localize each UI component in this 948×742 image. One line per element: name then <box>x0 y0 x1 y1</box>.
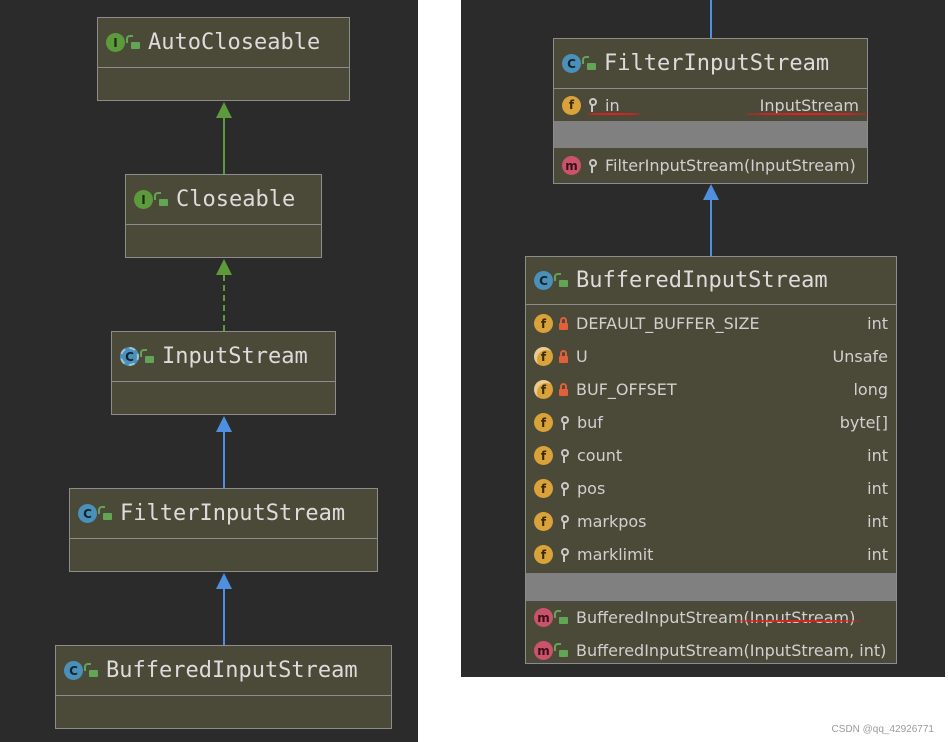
class-icon: C <box>78 504 97 523</box>
class-icon: C <box>562 54 581 73</box>
field-type: int <box>867 446 888 465</box>
field-type: int <box>867 314 888 333</box>
interface-icon: I <box>106 33 125 52</box>
field-name: markpos <box>577 512 647 531</box>
method-icon: m <box>562 156 581 175</box>
arrowhead-closeable <box>216 259 232 275</box>
field-name: pos <box>577 479 606 498</box>
left-hierarchy-panel: I AutoCloseable I Closeable C InputStrea… <box>0 0 418 742</box>
static-field-icon: f <box>534 380 553 399</box>
field-icon: f <box>534 413 553 432</box>
arrowhead-filter <box>216 573 232 589</box>
arrowhead-filter-detail <box>703 184 719 200</box>
field-icon: f <box>534 314 553 333</box>
field-row[interactable]: f marklimit int <box>526 538 896 571</box>
field-row[interactable]: f buf byte[] <box>526 406 896 439</box>
field-row[interactable]: f U Unsafe <box>526 340 896 373</box>
method-icon: m <box>534 608 553 627</box>
node-filterinputstream[interactable]: C FilterInputStream <box>69 488 378 572</box>
public-icon <box>554 273 568 287</box>
protected-icon <box>587 158 597 173</box>
node-title: Closeable <box>176 187 296 212</box>
node-title: BufferedInputStream <box>106 658 358 683</box>
public-icon <box>554 643 568 657</box>
method-name: BufferedInputStream(InputStream, int) <box>576 641 887 660</box>
field-type: byte[] <box>839 413 888 432</box>
field-row[interactable]: f pos int <box>526 472 896 505</box>
class-icon: C <box>534 271 553 290</box>
public-icon <box>554 610 568 624</box>
class-filterinputstream[interactable]: C FilterInputStream f in InputStream m F… <box>553 38 868 184</box>
field-name: DEFAULT_BUFFER_SIZE <box>576 314 760 333</box>
method-name: FilterInputStream(InputStream) <box>605 156 856 175</box>
field-icon: f <box>534 446 553 465</box>
watermark: CSDN @qq_42926771 <box>831 724 934 735</box>
class-title: BufferedInputStream <box>576 268 828 293</box>
public-icon <box>98 506 112 520</box>
public-icon <box>126 35 140 49</box>
field-row[interactable]: f count int <box>526 439 896 472</box>
public-icon <box>582 56 596 70</box>
public-icon <box>84 663 98 677</box>
field-icon: f <box>534 479 553 498</box>
protected-icon <box>559 415 569 430</box>
method-icon: m <box>534 641 553 660</box>
section-separator <box>526 573 896 601</box>
node-inputstream[interactable]: C InputStream <box>111 331 336 415</box>
method-name: BufferedInputStream(InputStream) <box>576 608 856 627</box>
private-icon <box>559 383 568 396</box>
field-type: long <box>853 380 888 399</box>
class-icon: C <box>64 661 83 680</box>
field-row[interactable]: f in InputStream <box>554 89 867 121</box>
public-icon <box>154 192 168 206</box>
field-name: in <box>605 95 620 115</box>
node-bufferedinputstream[interactable]: C BufferedInputStream <box>55 645 392 729</box>
underline-field-type <box>745 113 869 115</box>
arrowhead-inputstream <box>216 416 232 432</box>
field-name: count <box>577 446 623 465</box>
method-row[interactable]: m FilterInputStream(InputStream) <box>554 148 867 183</box>
field-row[interactable]: f markpos int <box>526 505 896 538</box>
method-row[interactable]: m BufferedInputStream(InputStream) <box>526 601 896 634</box>
field-type: InputStream <box>759 95 859 115</box>
static-field-icon: f <box>534 347 553 366</box>
protected-icon <box>559 448 569 463</box>
protected-icon <box>559 514 569 529</box>
field-type: int <box>867 512 888 531</box>
node-title: AutoCloseable <box>148 30 321 55</box>
private-icon <box>559 317 568 330</box>
underline-constructor-param <box>733 620 861 622</box>
field-name: marklimit <box>577 545 654 564</box>
abstract-class-icon: C <box>120 347 139 366</box>
field-name: buf <box>577 413 603 432</box>
protected-icon <box>559 547 569 562</box>
field-type: int <box>867 479 888 498</box>
node-title: FilterInputStream <box>120 501 346 526</box>
field-row[interactable]: f BUF_OFFSET long <box>526 373 896 406</box>
field-icon: f <box>562 95 581 115</box>
underline-field-in <box>587 113 641 115</box>
section-separator <box>554 121 867 148</box>
protected-icon <box>559 481 569 496</box>
right-detail-panel: C FilterInputStream f in InputStream m F… <box>461 0 945 677</box>
interface-icon: I <box>134 190 153 209</box>
node-closeable[interactable]: I Closeable <box>125 174 322 258</box>
public-icon <box>140 349 154 363</box>
field-type: int <box>867 545 888 564</box>
class-title: FilterInputStream <box>604 51 830 76</box>
field-icon: f <box>534 545 553 564</box>
method-row[interactable]: m BufferedInputStream(InputStream, int) <box>526 634 896 667</box>
field-type: Unsafe <box>832 347 888 366</box>
field-name: BUF_OFFSET <box>576 380 677 399</box>
field-name: U <box>576 347 588 366</box>
field-icon: f <box>534 512 553 531</box>
protected-icon <box>587 98 597 112</box>
arrowhead-autocloseable <box>216 102 232 118</box>
private-icon <box>559 350 568 363</box>
class-bufferedinputstream[interactable]: C BufferedInputStream f DEFAULT_BUFFER_S… <box>525 256 897 664</box>
field-row[interactable]: f DEFAULT_BUFFER_SIZE int <box>526 307 896 340</box>
node-title: InputStream <box>162 344 308 369</box>
node-autocloseable[interactable]: I AutoCloseable <box>97 17 350 101</box>
